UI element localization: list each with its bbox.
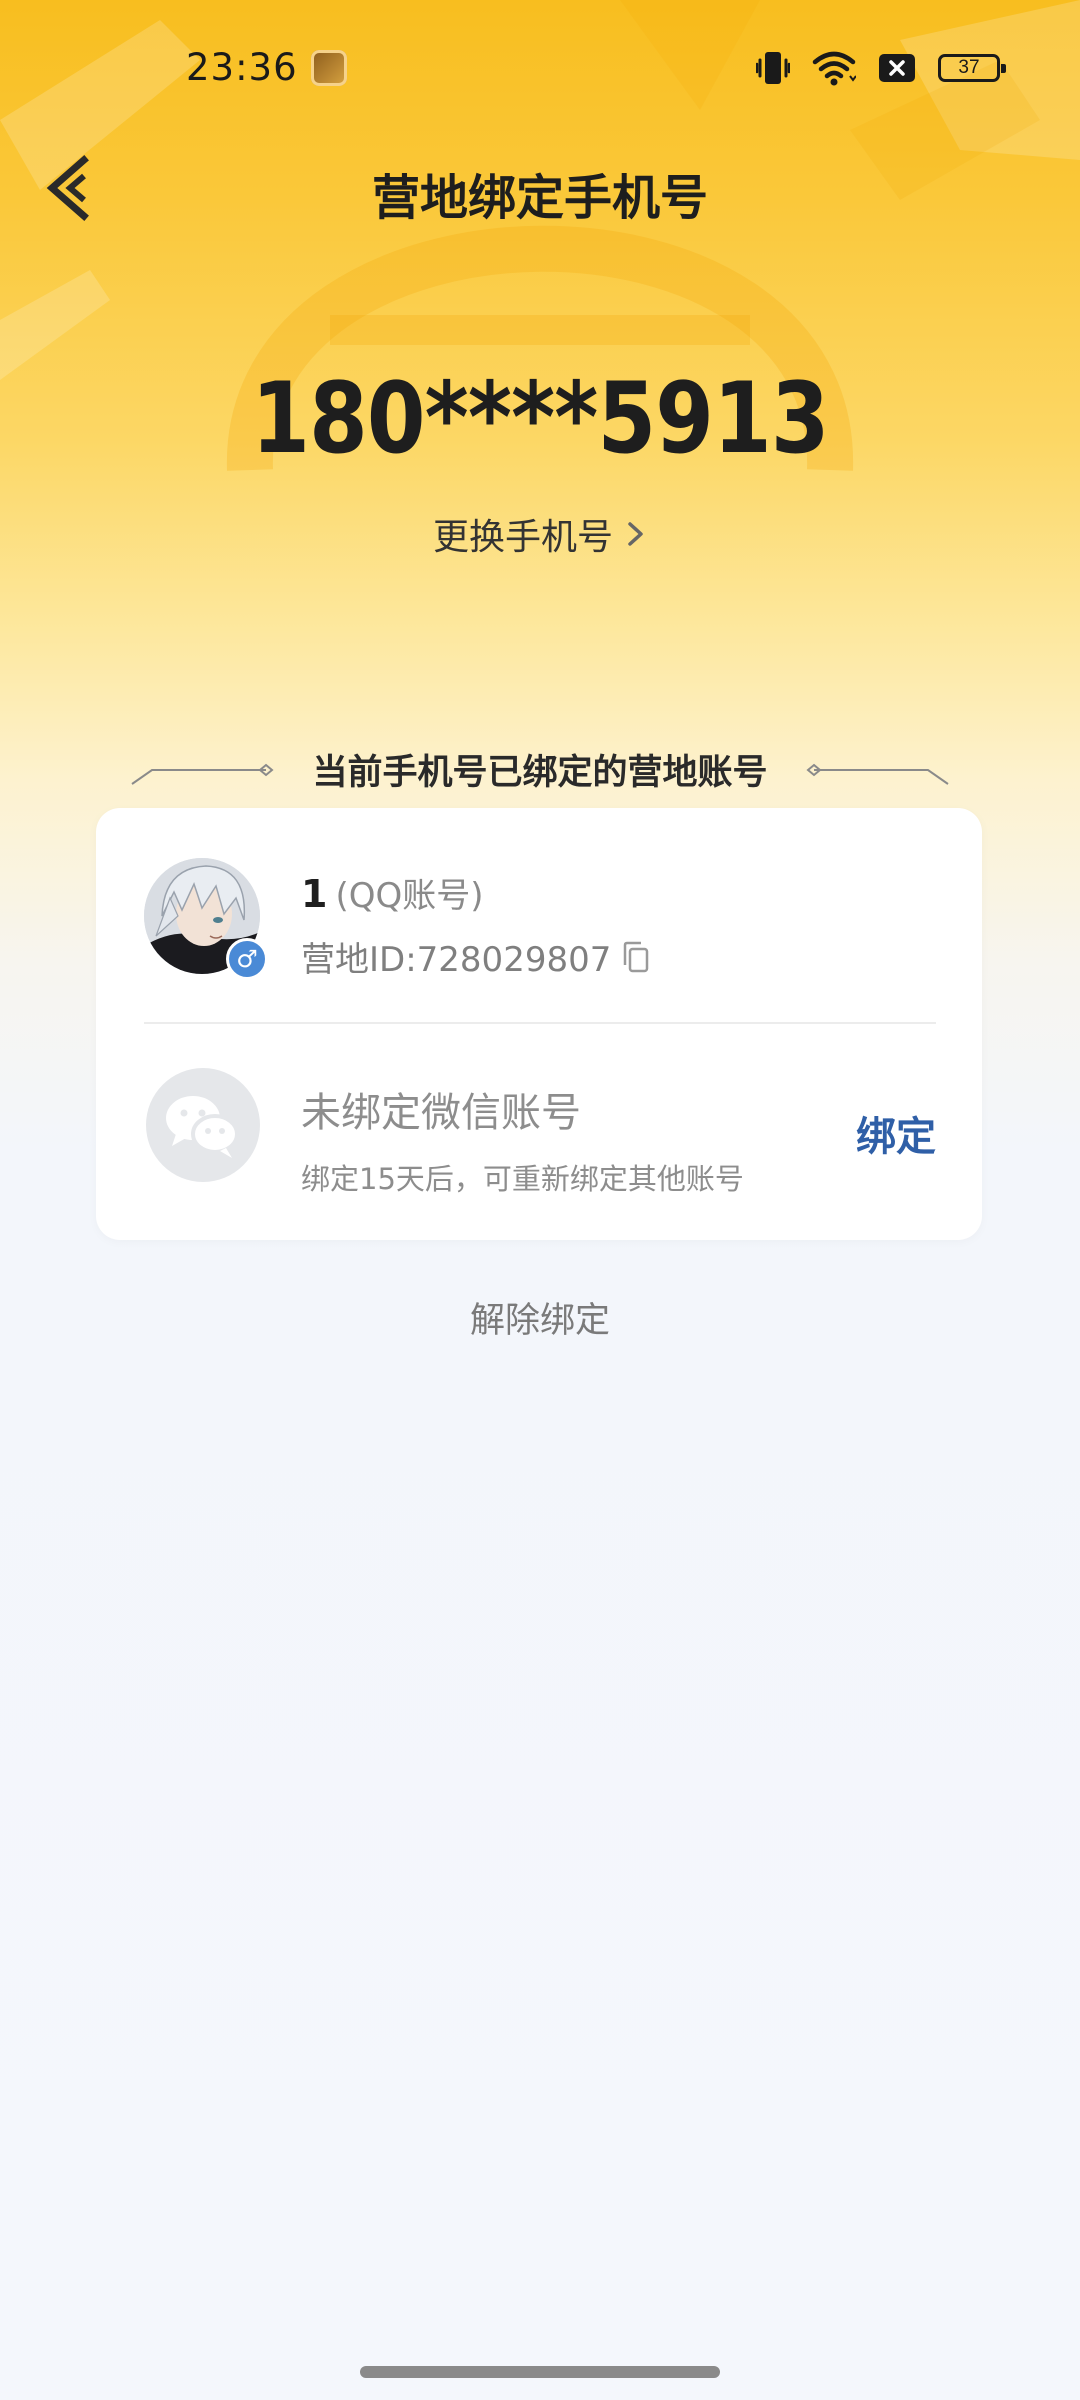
wechat-bind-note: 绑定15天后，可重新绑定其他账号 <box>301 1162 744 1196</box>
wechat-unbound-title: 未绑定微信账号 <box>301 1090 581 1136</box>
account-card: ♂ 1 (QQ账号) 营地ID:728029807 未绑定微信账号 绑定15天后… <box>96 808 982 1240</box>
wechat-avatar <box>146 1068 260 1182</box>
status-time: 23:36 <box>186 46 298 89</box>
status-icons: 37 <box>756 48 1006 88</box>
battery-icon: 37 <box>938 54 1006 82</box>
right-decoration-line <box>806 763 949 785</box>
home-indicator[interactable] <box>360 2366 720 2378</box>
bind-wechat-button[interactable]: 绑定 <box>856 1104 936 1162</box>
gender-male-icon: ♂ <box>226 938 268 980</box>
wechat-icon <box>166 1096 239 1158</box>
phone-number: 180****5913 <box>251 362 829 476</box>
account-type: (QQ账号) <box>335 876 484 916</box>
change-phone-link[interactable]: 更换手机号 <box>0 508 1080 560</box>
qq-name-line: 1 (QQ账号) <box>301 868 484 917</box>
app-notification-icon <box>311 50 347 86</box>
copy-icon[interactable] <box>621 940 651 974</box>
account-id: 营地ID:728029807 <box>301 940 612 980</box>
vibrate-icon <box>756 52 790 84</box>
wechat-account-row: 未绑定微信账号 绑定15天后，可重新绑定其他账号 绑定 <box>96 1024 982 1240</box>
account-name: 1 <box>301 872 328 916</box>
section-header: 当前手机号已绑定的营地账号 <box>130 748 950 798</box>
chevron-right-icon <box>628 522 643 546</box>
change-phone-label: 更换手机号 <box>432 517 613 558</box>
battery-level: 37 <box>958 57 980 78</box>
qq-account-row[interactable]: ♂ 1 (QQ账号) 营地ID:728029807 <box>96 808 982 1022</box>
page-title: 营地绑定手机号 <box>371 170 708 226</box>
unbind-button[interactable]: 解除绑定 <box>0 1292 1080 1343</box>
wifi-icon <box>812 51 856 86</box>
status-bar: 23:36 37 <box>0 0 1080 136</box>
account-id-line: 营地ID:728029807 <box>301 932 651 981</box>
sim-off-icon <box>879 54 915 82</box>
